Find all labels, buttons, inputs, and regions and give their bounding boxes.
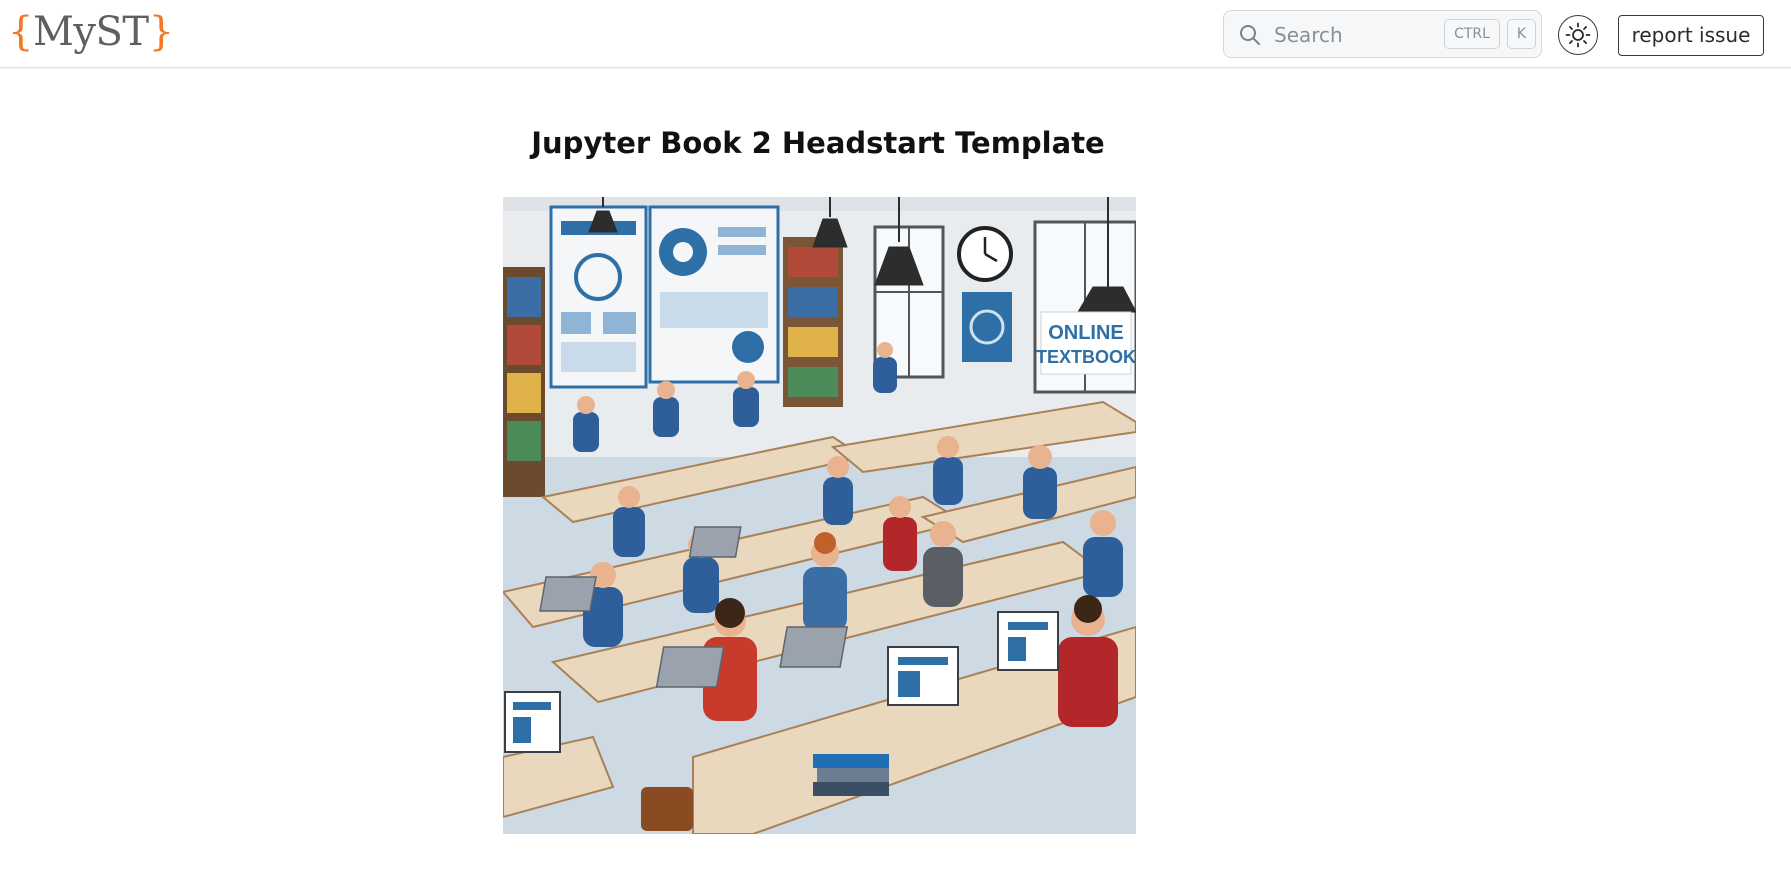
bookshelf-right — [783, 237, 843, 407]
classroom-illustration: ONLINE TEXTBOOK — [503, 197, 1136, 834]
logo-open-brace: { — [8, 9, 33, 55]
search-placeholder: Search — [1274, 23, 1343, 47]
page-title: Jupyter Book 2 Headstart Template — [531, 126, 1105, 160]
logo-name: MyST — [32, 9, 149, 55]
sign-line-1: ONLINE — [1048, 322, 1124, 344]
hero-image: ONLINE TEXTBOOK — [503, 197, 1136, 834]
sun-icon — [1565, 22, 1591, 48]
shortcut-ctrl-key: CTRL — [1444, 19, 1500, 49]
logo-close-brace: } — [148, 9, 174, 55]
top-navbar: {MyST} Search CTRL K report issue — [0, 0, 1791, 68]
brown-bag — [641, 787, 693, 831]
book-stack — [813, 754, 889, 796]
shortcut-k-key: K — [1507, 19, 1536, 49]
myst-logo[interactable]: {MyST} — [8, 6, 174, 58]
wall-clock — [957, 226, 1013, 282]
sign-line-2: TEXTBOOK — [1036, 347, 1136, 367]
online-textbook-sign: ONLINE TEXTBOOK — [1036, 311, 1136, 375]
search-box[interactable]: Search CTRL K — [1223, 10, 1542, 58]
search-icon — [1240, 25, 1260, 45]
poster-center — [648, 205, 780, 384]
theme-toggle-button[interactable] — [1558, 15, 1598, 55]
poster-left — [549, 205, 648, 389]
bookshelf-left — [503, 267, 545, 497]
report-issue-button[interactable]: report issue — [1618, 15, 1764, 56]
